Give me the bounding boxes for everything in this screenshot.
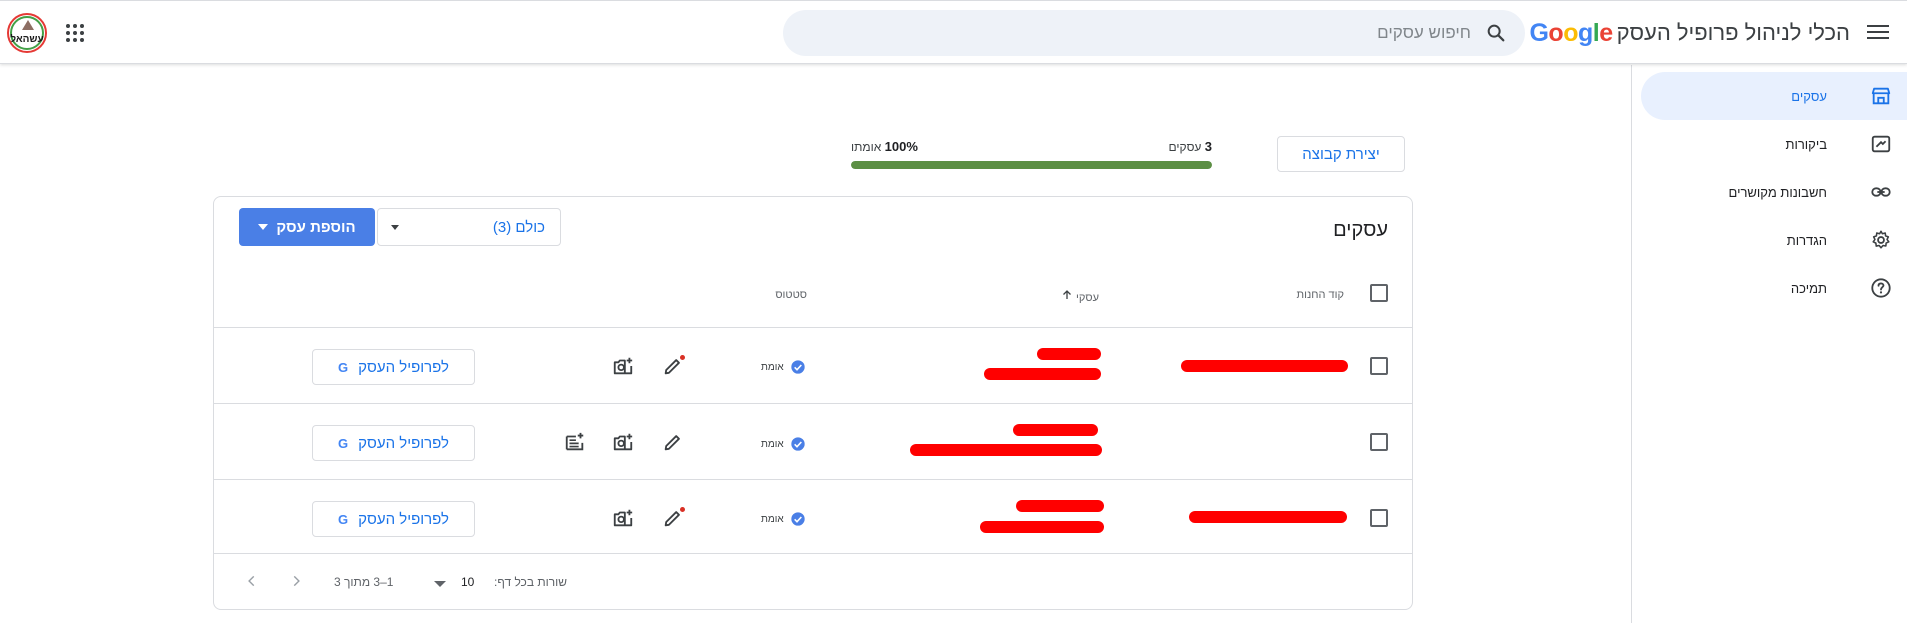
verified-badge-icon [790,512,805,526]
pagination-range: 1–3 מתוך 3 [334,575,394,589]
verified-badge-icon [790,437,805,451]
redacted-business-name [1016,500,1104,512]
card-title: עסקים [1333,219,1388,241]
row-checkbox[interactable] [1370,357,1388,375]
status-text: אומת [761,438,784,450]
search-icon[interactable] [1485,22,1507,44]
edit-profile-icon[interactable] [661,354,685,378]
next-page-icon[interactable] [242,571,262,591]
business-profile-button[interactable]: לפרופיל העסק G [312,501,475,537]
business-filter-dropdown[interactable]: כולם (3) [377,208,561,246]
verified-badge-icon [790,360,805,374]
verification-progress-bar [851,161,1212,169]
business-count: 3 עסקים [1168,139,1212,154]
sidebar-item-reviews[interactable]: ביקורות [1641,120,1907,168]
sidebar: עסקים ביקורות חשבונות מקושרים הגדרות תמי… [1631,65,1907,623]
rows-per-page-label: שורות בכל דף: [494,575,568,589]
account-avatar[interactable]: עשהאל [7,13,47,53]
sort-ascending-icon[interactable] [1061,289,1073,301]
brand[interactable]: Google הכלי לניהול פרופיל העסק [1529,17,1850,49]
sidebar-item-label: תמיכה [1790,280,1827,296]
edit-profile-icon[interactable] [661,430,685,454]
business-profile-button[interactable]: לפרופיל העסק G [312,349,475,385]
column-header-status: סטטוס [775,289,807,301]
sidebar-item-support[interactable]: תמיכה [1641,264,1907,312]
status-cell: אומת [761,359,806,375]
main-menu-icon[interactable] [1867,21,1889,43]
column-header-business[interactable]: עסקי [1055,289,1099,304]
help-icon [1869,276,1893,300]
notification-dot [680,355,685,360]
add-photo-icon[interactable] [611,354,635,378]
verification-progress-fill [851,161,1212,169]
filter-selected-value: כולם (3) [492,219,545,236]
table-row: אומת לפרופיל העסק G [214,327,1412,403]
google-g-icon: G [338,511,349,527]
product-name: הכלי לניהול פרופיל העסק [1616,20,1850,45]
status-cell: אומת [761,436,806,452]
table-row: אומת לפרופיל העסק G [214,403,1412,479]
google-g-icon: G [338,435,349,451]
previous-page-icon[interactable] [286,571,306,591]
sidebar-item-label: הגדרות [1786,232,1827,248]
verified-percent: 100% אומתו [851,139,918,154]
row-checkbox[interactable] [1370,509,1388,527]
verification-summary: 3 עסקים 100% אומתו [851,139,1212,169]
create-group-button[interactable]: יצירת קבוצה [1277,136,1405,172]
storefront-icon [1869,84,1893,108]
avatar-text: עשהאל [10,33,44,45]
sidebar-item-label: חשבונות מקושרים [1728,184,1827,200]
redacted-store-code [1189,511,1347,523]
add-photo-icon[interactable] [611,430,635,454]
search-bar[interactable] [783,10,1525,56]
top-app-bar: Google הכלי לניהול פרופיל העסק עשהאל [0,0,1907,64]
sidebar-item-linked-accounts[interactable]: חשבונות מקושרים [1641,168,1907,216]
add-business-button[interactable]: הוספת עסק [239,208,375,246]
select-all-checkbox[interactable] [1370,284,1388,302]
status-cell: אומת [761,511,806,527]
status-text: אומת [761,513,784,525]
notification-dot [680,507,685,512]
search-input[interactable] [871,23,1471,43]
business-profile-button[interactable]: לפרופיל העסק G [312,425,475,461]
businesses-card: עסקים כולם (3) הוספת עסק קוד החנות עסקי … [213,196,1413,610]
rows-per-page-caret-icon[interactable] [434,581,446,587]
rows-per-page-value[interactable]: 10 [461,575,474,589]
google-logo: Google [1529,18,1613,47]
redacted-business-address [984,368,1101,380]
sidebar-item-settings[interactable]: הגדרות [1641,216,1907,264]
redacted-store-code [1181,360,1348,372]
app-root: Google הכלי לניהול פרופיל העסק עשהאל עסק… [0,0,1907,623]
dropdown-caret-icon [258,224,269,230]
link-icon [1869,180,1893,204]
redacted-business-name [1013,424,1098,436]
row-checkbox[interactable] [1370,433,1388,451]
table-pagination: שורות בכל דף: 10 1–3 מתוך 3 [214,553,1412,609]
redacted-business-address [910,444,1102,456]
status-text: אומת [761,361,784,373]
add-post-icon[interactable] [563,430,587,454]
sidebar-item-businesses[interactable]: עסקים [1641,72,1907,120]
column-header-store-code: קוד החנות [1296,289,1344,301]
sidebar-item-label: ביקורות [1785,136,1827,152]
avatar-logo-mark [22,20,34,30]
redacted-business-name [1037,348,1101,360]
sidebar-item-label: עסקים [1791,88,1827,104]
reviews-icon [1869,132,1893,156]
google-g-icon: G [338,359,349,375]
redacted-business-address [980,521,1104,533]
add-business-label: הוספת עסק [276,218,356,236]
edit-profile-icon[interactable] [661,506,685,530]
dropdown-caret-icon [391,225,399,230]
gear-icon [1869,228,1893,252]
table-row: אומת לפרופיל העסק G [214,479,1412,555]
add-photo-icon[interactable] [611,506,635,530]
apps-grid-icon[interactable] [65,23,85,43]
